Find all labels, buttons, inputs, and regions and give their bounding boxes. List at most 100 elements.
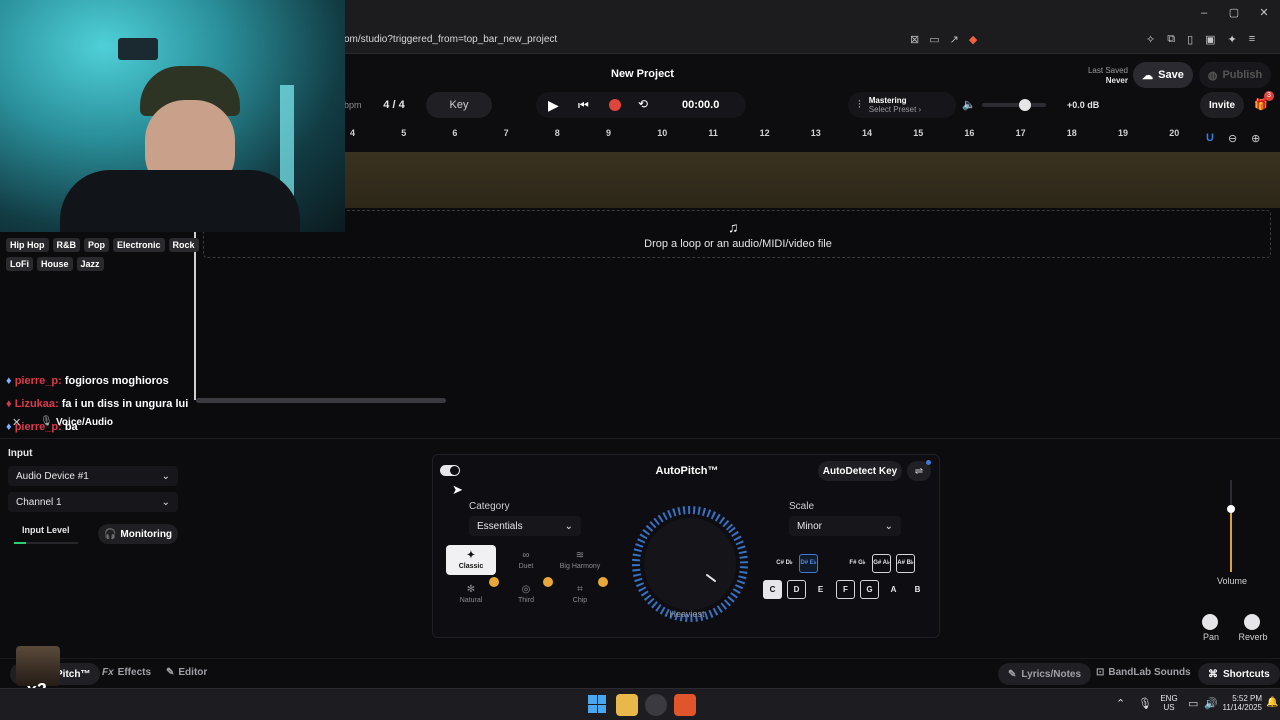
genre-tag[interactable]: R&B (52, 238, 80, 252)
category-select[interactable]: Essentials ⌄ (469, 516, 581, 536)
reverb-knob[interactable] (1244, 614, 1260, 630)
zoom-in-icon[interactable]: ⊕ (1251, 132, 1260, 145)
genre-tag[interactable]: Electronic (113, 238, 165, 252)
close-window-button[interactable]: ✕ (1254, 4, 1274, 22)
screenshot-icon[interactable]: ⧉ (1167, 33, 1175, 46)
master-volume-slider[interactable] (982, 99, 1046, 111)
key-g[interactable]: G (860, 580, 879, 599)
tab-effects[interactable]: Fx Effects (102, 667, 151, 678)
key-a[interactable]: A (884, 580, 903, 599)
volume-fader-handle[interactable] (1227, 505, 1235, 513)
autodetect-key-button[interactable]: AutoDetect Key (818, 461, 902, 481)
playhead[interactable] (194, 232, 196, 400)
tab-label: Effects (117, 667, 152, 678)
mastering-button[interactable]: ⫶ Mastering Select Preset › (848, 92, 956, 118)
key-d[interactable]: D (787, 580, 806, 599)
button-label: Shortcuts (1223, 668, 1270, 680)
mute-icon[interactable]: 🔈 (962, 98, 976, 111)
language-indicator[interactable]: ENG US (1158, 694, 1180, 712)
shortcuts-button[interactable]: ⌘ Shortcuts (1198, 663, 1280, 685)
ruler-tick: 18 (1066, 128, 1077, 138)
url-text[interactable]: om/studio?triggered_from=top_bar_new_pro… (344, 34, 557, 45)
monitoring-button[interactable]: 🎧 Monitoring (98, 524, 178, 544)
time-signature[interactable]: 4 / 4 (372, 92, 416, 118)
horizontal-scrollbar[interactable] (196, 398, 446, 403)
genre-tag[interactable]: Jazz (76, 257, 104, 271)
save-button[interactable]: ☁ Save (1133, 62, 1193, 88)
lyrics-notes-button[interactable]: ✎ Lyrics/Notes (998, 663, 1092, 685)
genre-tag[interactable]: House (37, 257, 73, 271)
scale-select[interactable]: Minor ⌄ (789, 516, 901, 536)
ruler-tick: 11 (708, 128, 718, 138)
key-c-sharp[interactable]: C# D♭ (775, 554, 794, 573)
share-icon[interactable]: ↗ (950, 33, 959, 46)
key-button[interactable]: Key (426, 92, 492, 118)
volume-fader[interactable] (1227, 480, 1235, 572)
zoom-out-icon[interactable]: ⊖ (1228, 132, 1237, 145)
genre-tag[interactable]: LoFi (6, 257, 33, 271)
audio-track-clip[interactable] (345, 152, 1280, 208)
volume-slider-handle[interactable] (1019, 99, 1031, 111)
key-f-sharp[interactable]: F# G♭ (848, 554, 867, 573)
sidebar-icon[interactable]: ▯ (1187, 33, 1193, 46)
key-c[interactable]: C (763, 580, 782, 599)
key-d-sharp[interactable]: D# E♭ (799, 554, 818, 573)
network-icon[interactable]: ▭ (1188, 697, 1198, 710)
minimize-button[interactable]: – (1194, 4, 1214, 22)
project-title[interactable]: New Project (611, 68, 674, 80)
brave-browser-icon[interactable] (674, 694, 696, 716)
pan-knob[interactable] (1202, 614, 1218, 630)
mode-big-harmony[interactable]: ≋ Big Harmony (555, 545, 605, 575)
mode-duet[interactable]: ∞ Duet (501, 545, 551, 575)
chevron-up-icon[interactable]: ⌃ (1116, 697, 1125, 710)
start-icon[interactable] (588, 695, 606, 713)
file-explorer-icon[interactable] (616, 694, 638, 716)
scale-label: Scale (789, 501, 815, 512)
genre-tag[interactable]: Pop (84, 238, 109, 252)
chevron-down-icon: ⌄ (564, 520, 573, 532)
channel-select[interactable]: Channel 1 ⌄ (8, 492, 178, 512)
leo-icon[interactable]: ✦ (1228, 33, 1237, 46)
cast-icon[interactable]: ▭ (929, 33, 939, 46)
key-a-sharp[interactable]: A# B♭ (896, 554, 915, 573)
audio-device-value: Audio Device #1 (16, 470, 89, 482)
drop-zone[interactable]: ♫ Drop a loop or an audio/MIDI/video fil… (203, 210, 1271, 258)
strength-knob[interactable] (631, 505, 749, 623)
microphone-icon[interactable]: 🎙 (1138, 697, 1152, 710)
genre-tag[interactable]: Hip Hop (6, 238, 49, 252)
loop-icon[interactable]: ⟲ (638, 97, 648, 111)
ruler-tools: U ⊖ ⊕ (1206, 132, 1260, 145)
invite-button[interactable]: Invite (1200, 92, 1244, 118)
rewind-icon[interactable]: ⏮ (578, 98, 589, 113)
speaker-icon[interactable]: 🔊 (1204, 697, 1218, 710)
input-level-meter (14, 542, 78, 544)
clock[interactable]: 5:52 PM 11/14/2025 (1222, 694, 1262, 712)
ruler-tick: 17 (1015, 128, 1026, 138)
tab-label: Editor (178, 667, 208, 678)
wallet-icon[interactable]: ▣ (1205, 33, 1215, 46)
bpm-label[interactable]: bpm (344, 100, 362, 110)
genre-tag[interactable]: Rock (168, 238, 199, 252)
audio-device-select[interactable]: Audio Device #1 ⌄ (8, 466, 178, 486)
key-b[interactable]: B (908, 580, 927, 599)
close-panel-icon[interactable]: ✕ (12, 416, 21, 429)
snap-magnet-icon[interactable]: U (1206, 132, 1214, 145)
maximize-button[interactable]: ▢ (1224, 4, 1244, 22)
no-tracking-icon[interactable]: ⊠ (910, 33, 919, 46)
record-icon[interactable] (609, 99, 621, 111)
key-e[interactable]: E (811, 580, 830, 599)
tab-editor[interactable]: ✎ Editor (166, 667, 207, 678)
brave-shield-icon[interactable]: ◆ (969, 33, 977, 46)
key-g-sharp[interactable]: G# A♭ (872, 554, 891, 573)
play-icon[interactable]: ▶ (548, 97, 559, 114)
timeline-ruler[interactable]: 4 5 6 7 8 9 10 11 12 13 14 15 16 17 18 19 20 (345, 126, 1280, 152)
key-f[interactable]: F (836, 580, 855, 599)
notifications-icon[interactable]: 🔔 (1266, 697, 1278, 708)
mode-classic[interactable]: ✦ Classic (446, 545, 496, 575)
bandlab-sounds-button[interactable]: ⊡ BandLab Sounds (1096, 667, 1191, 678)
publish-button[interactable]: ◍ Publish (1199, 62, 1271, 88)
menu-icon[interactable]: ≡ (1249, 33, 1255, 46)
app-icon[interactable] (645, 694, 667, 716)
extensions-icon[interactable]: ✧ (1146, 33, 1155, 46)
duet-icon: ∞ (522, 550, 530, 561)
